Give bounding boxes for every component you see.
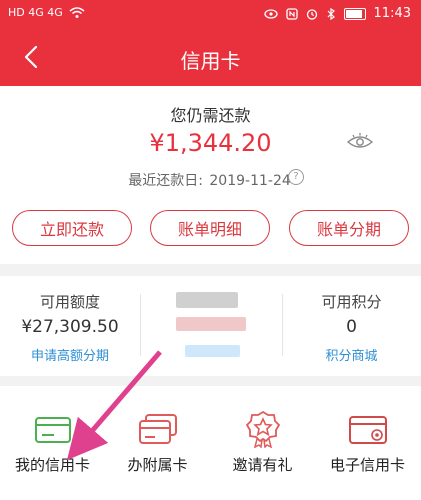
redacted-card-link bbox=[185, 345, 240, 357]
balance-card: 您仍需还款 ¥1,344.20 最近还款日: 2019-11-24 ? 立即还款… bbox=[0, 86, 421, 264]
eye-icon[interactable] bbox=[346, 133, 374, 151]
signal-info: HD 4G 4G bbox=[8, 6, 63, 19]
cards-stack-icon bbox=[139, 414, 177, 444]
due-date-row: 最近还款日: 2019-11-24 bbox=[0, 170, 421, 190]
bluetooth-icon bbox=[327, 7, 335, 20]
pay-now-button[interactable]: 立即还款 bbox=[12, 210, 132, 246]
status-left: HD 4G 4G bbox=[8, 6, 85, 19]
badge-star-icon bbox=[245, 410, 281, 448]
status-bar: HD 4G 4G 11:43 bbox=[0, 0, 421, 30]
top-nav: 信用卡 bbox=[0, 30, 421, 86]
e-credit-card-item[interactable]: 电子信用卡 bbox=[315, 386, 420, 500]
due-date: 2019-11-24 bbox=[209, 173, 291, 189]
available-label: 可用额度 bbox=[39, 293, 100, 311]
eye-status-icon bbox=[263, 8, 278, 19]
points-value: 0 bbox=[346, 317, 357, 337]
divider bbox=[140, 294, 141, 356]
points-label: 可用积分 bbox=[321, 293, 382, 311]
my-credit-card-label: 我的信用卡 bbox=[14, 456, 90, 474]
page-title: 信用卡 bbox=[180, 49, 241, 73]
e-credit-card-label: 电子信用卡 bbox=[329, 456, 405, 474]
available-value: ¥27,309.50 bbox=[21, 317, 119, 337]
invite-gift-label: 邀请有礼 bbox=[232, 456, 293, 474]
points-mall-link[interactable]: 积分商城 bbox=[282, 345, 421, 364]
supplementary-card-label: 办附属卡 bbox=[127, 456, 188, 474]
bill-details-button[interactable]: 账单明细 bbox=[150, 210, 270, 246]
redacted-card-number bbox=[176, 317, 246, 331]
alarm-icon bbox=[306, 8, 317, 20]
help-icon[interactable]: ? bbox=[288, 169, 304, 185]
my-credit-card-item[interactable]: 我的信用卡 bbox=[0, 386, 105, 500]
battery-icon bbox=[343, 7, 366, 20]
card-at-icon bbox=[349, 416, 387, 444]
redacted-card-name bbox=[176, 292, 238, 308]
apply-installment-link[interactable]: 申请高额分期 bbox=[0, 345, 140, 364]
quick-menu: 我的信用卡 办附属卡 邀请有礼 电子信用卡 bbox=[0, 386, 421, 500]
wifi-icon bbox=[69, 6, 85, 18]
bill-installment-button[interactable]: 账单分期 bbox=[289, 210, 409, 246]
credit-info-panel: 可用额度 ¥27,309.50 申请高额分期 可用积分 0 积分商城 bbox=[0, 276, 421, 376]
status-time: 11:43 bbox=[373, 6, 411, 21]
supplementary-card-item[interactable]: 办附属卡 bbox=[105, 386, 210, 500]
balance-title: 您仍需还款 bbox=[170, 106, 251, 125]
due-label: 最近还款日: bbox=[128, 173, 203, 189]
nfc-icon bbox=[285, 7, 298, 20]
invite-gift-item[interactable]: 邀请有礼 bbox=[210, 386, 315, 500]
card-green-icon bbox=[35, 417, 71, 443]
status-right: 11:43 bbox=[263, 6, 411, 21]
